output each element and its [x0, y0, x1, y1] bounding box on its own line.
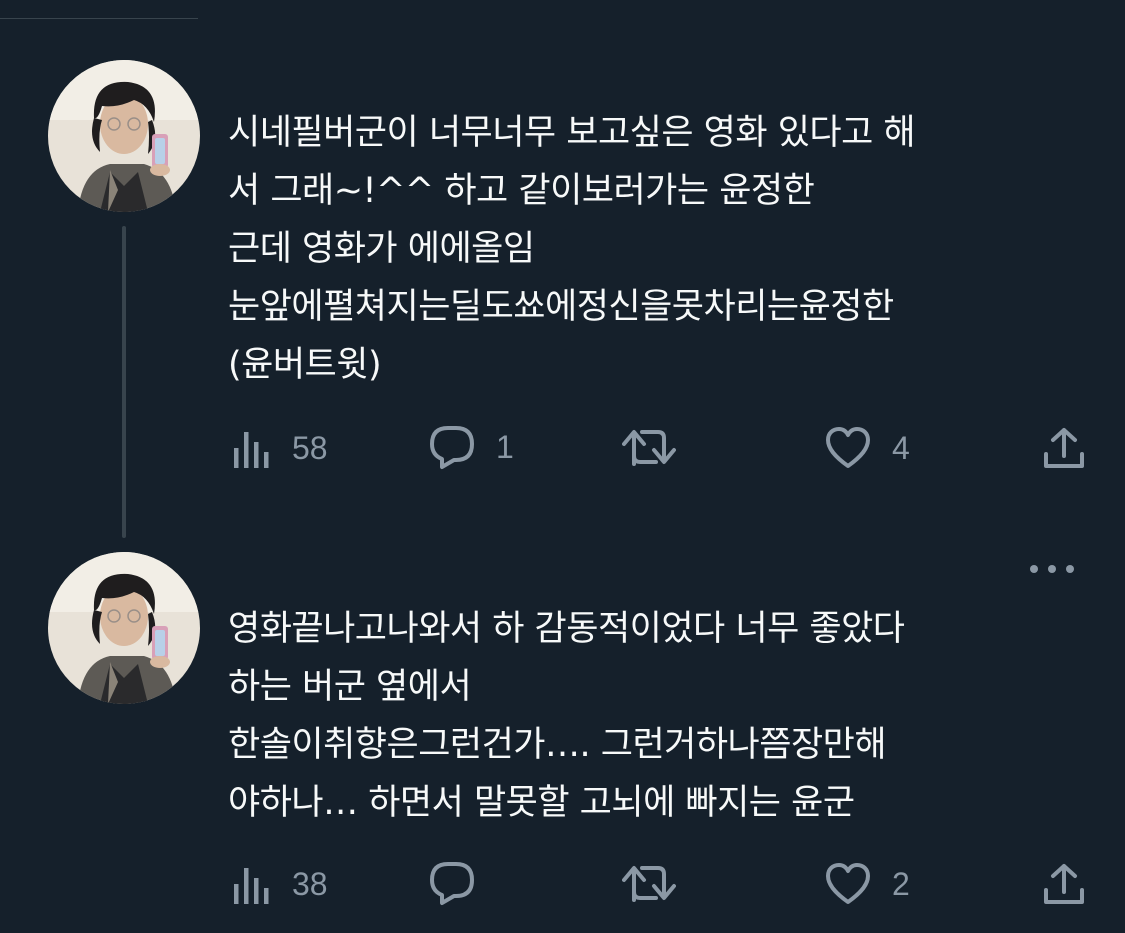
bar-chart-icon — [234, 868, 269, 904]
avatar[interactable] — [48, 552, 200, 704]
retweet-icon — [622, 866, 676, 902]
tweet-text-line: 시네필버군이 너무너무 보고싶은 영화 있다고 해 — [228, 113, 916, 153]
tweet-text: 시네필버군이 너무너무 보고싶은 영화 있다고 해 서 그래~!^^ 하고 같이… — [228, 104, 1078, 394]
reply-button[interactable] — [428, 860, 496, 906]
more-dots-icon — [1048, 565, 1056, 573]
like-button[interactable]: 4 — [824, 426, 910, 470]
views-count: 58 — [292, 429, 328, 466]
speech-bubble-icon — [430, 426, 474, 469]
bar-chart-icon — [234, 432, 269, 468]
retweet-button[interactable] — [622, 862, 696, 904]
retweet-icon — [622, 430, 676, 466]
tweet-text-line: (윤버트윗) — [228, 345, 382, 385]
speech-bubble-icon — [430, 862, 474, 905]
share-button[interactable] — [1042, 426, 1086, 470]
more-dots-icon — [1066, 565, 1074, 573]
tweet-text-line: 하는 버군 옆에서 — [228, 667, 472, 707]
reply-button[interactable]: 1 — [428, 424, 514, 470]
heart-icon — [826, 863, 870, 904]
thread-connector-line — [122, 226, 126, 538]
tweet-text: 영화끝나고나와서 하 감동적이었다 너무 좋았다 하는 버군 옆에서 한솔이취향… — [228, 600, 1078, 832]
views-count: 38 — [292, 865, 328, 902]
views-button[interactable]: 38 — [232, 862, 328, 906]
tweet-text-line: 한솔이취향은그런건가…. 그런거하나쯤장만해 — [228, 725, 887, 765]
share-upload-icon — [1044, 864, 1084, 904]
more-options-button[interactable] — [1030, 558, 1074, 580]
share-button[interactable] — [1042, 862, 1086, 906]
views-button[interactable]: 58 — [232, 426, 328, 470]
top-divider — [0, 18, 198, 19]
like-count: 2 — [892, 865, 910, 902]
tweet-text-line: 영화끝나고나와서 하 감동적이었다 너무 좋았다 — [228, 609, 905, 649]
avatar[interactable] — [48, 60, 200, 212]
heart-icon — [826, 427, 870, 468]
share-upload-icon — [1044, 428, 1084, 468]
thread-view: 시네필버군이 너무너무 보고싶은 영화 있다고 해 서 그래~!^^ 하고 같이… — [0, 0, 1125, 933]
tweet-text-line: 서 그래~!^^ 하고 같이보러가는 윤정한 — [228, 171, 815, 211]
tweet-text-line: 근데 영화가 에에올임 — [228, 229, 535, 269]
tweet-text-line: 눈앞에펼쳐지는딜도쑈에정신을못차리는윤정한 — [228, 287, 894, 327]
more-dots-icon — [1030, 565, 1038, 573]
reply-count: 1 — [496, 428, 514, 465]
like-count: 4 — [892, 429, 910, 466]
retweet-button[interactable] — [622, 426, 696, 468]
like-button[interactable]: 2 — [824, 862, 910, 906]
tweet-text-line: 야하나… 하면서 말못할 고뇌에 빠지는 윤군 — [228, 783, 855, 823]
